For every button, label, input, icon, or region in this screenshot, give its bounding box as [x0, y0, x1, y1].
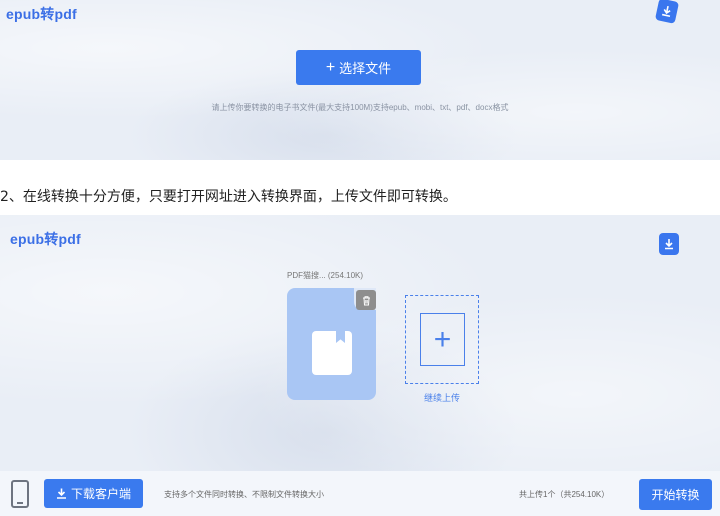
download-client-button[interactable]: 下载客户端 — [44, 479, 143, 508]
app-brand: epub转pdf — [6, 6, 77, 22]
start-convert-button[interactable]: 开始转换 — [639, 479, 712, 510]
upload-panel-initial: epub转pdf + 选择文件 请上传你要转换的电子书文件(最大支持100M)支… — [0, 0, 720, 160]
download-icon[interactable] — [659, 233, 679, 255]
upload-count: 共上传1个（共254.10K） — [519, 490, 610, 499]
ebook-icon — [312, 331, 352, 375]
download-arrow-icon — [56, 488, 66, 499]
select-file-label: 选择文件 — [339, 61, 392, 76]
phone-icon — [11, 480, 29, 508]
add-file-plus-icon: + — [420, 313, 465, 366]
download-client-label: 下载客户端 — [70, 487, 131, 501]
plus-icon: + — [325, 58, 336, 76]
multi-file-hint: 支持多个文件同时转换、不限制文件转换大小 — [164, 490, 324, 499]
continue-upload-button[interactable]: + — [405, 295, 479, 384]
bottom-action-bar: 下载客户端 支持多个文件同时转换、不限制文件转换大小 共上传1个（共254.10… — [0, 471, 720, 516]
delete-file-icon[interactable] — [356, 290, 376, 310]
app-brand: epub转pdf — [10, 231, 81, 247]
select-file-button[interactable]: + 选择文件 — [296, 50, 421, 85]
download-icon[interactable] — [654, 0, 680, 24]
file-name: PDF猫搜... (254.10K) — [287, 271, 364, 280]
bookmark-icon — [336, 331, 345, 343]
instruction-text: 2、在线转换十分方便，只要打开网址进入转换界面，上传文件即可转换。 — [0, 189, 457, 205]
continue-upload-label[interactable]: 继续上传 — [405, 391, 479, 404]
upload-hint: 请上传你要转换的电子书文件(最大支持100M)支持epub、mobi、txt、p… — [211, 103, 509, 112]
upload-panel-with-file: epub转pdf PDF猫搜... (254.10K) + 继续上传 — [0, 215, 720, 471]
